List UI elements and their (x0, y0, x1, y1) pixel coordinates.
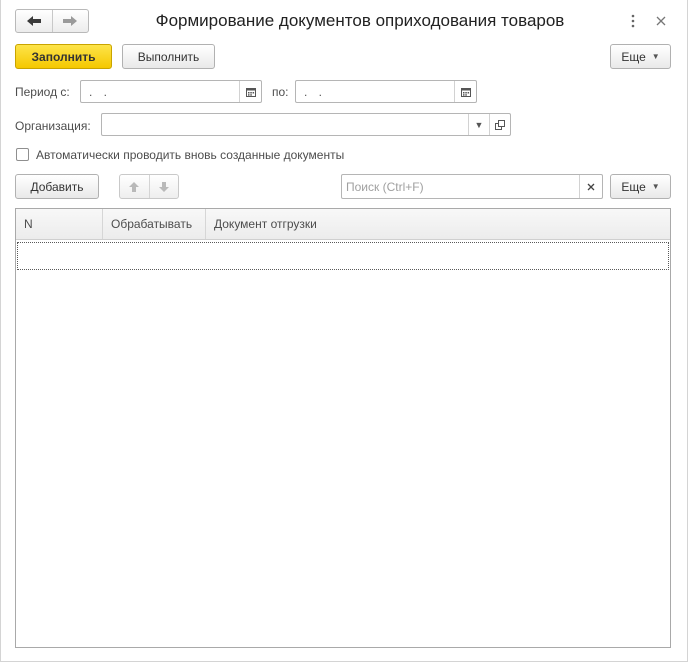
more-actions-button[interactable] (624, 12, 642, 30)
more-menu-label: Еще (621, 49, 646, 64)
calendar-icon (245, 87, 256, 97)
organization-field[interactable]: ▼ (101, 113, 511, 136)
search-clear-button[interactable] (579, 175, 602, 198)
close-button[interactable] (652, 12, 670, 30)
arrow-down-icon (158, 181, 169, 192)
caret-down-icon: ▼ (651, 182, 660, 191)
table-row-empty[interactable] (17, 242, 669, 270)
navigation-group (15, 9, 89, 33)
period-from-label: Период с: (15, 85, 70, 99)
add-button[interactable]: Добавить (15, 174, 99, 199)
column-header-shipment-document[interactable]: Документ отгрузки (206, 209, 670, 239)
back-button[interactable] (16, 10, 52, 32)
caret-down-icon: ▼ (474, 119, 484, 130)
calendar-button[interactable] (455, 81, 476, 102)
form-title: Формирование документов оприходования то… (155, 11, 565, 30)
period-to-label: по: (272, 85, 289, 99)
organization-dropdown-button[interactable]: ▼ (468, 114, 489, 135)
close-icon (656, 16, 666, 26)
arrow-left-icon (26, 16, 41, 26)
table-more-menu-label: Еще (621, 179, 646, 194)
documents-table[interactable]: N Обрабатывать Документ отгрузки (15, 208, 671, 648)
organization-label: Организация: (15, 119, 91, 133)
search-input[interactable]: Поиск (Ctrl+F) (342, 180, 579, 194)
move-buttons (119, 174, 179, 199)
kebab-vertical-icon (631, 14, 635, 28)
period-from-field[interactable]: . . (80, 80, 262, 103)
table-header: N Обрабатывать Документ отгрузки (16, 209, 670, 240)
forward-button[interactable] (51, 10, 89, 32)
close-icon (587, 183, 595, 190)
auto-post-checkbox[interactable] (16, 148, 29, 161)
arrow-right-icon (63, 16, 78, 26)
calendar-icon (460, 87, 471, 97)
column-header-process[interactable]: Обрабатывать (103, 209, 206, 239)
open-window-icon (495, 119, 505, 130)
arrow-up-icon (129, 181, 140, 192)
execute-button[interactable]: Выполнить (122, 44, 215, 69)
caret-down-icon: ▼ (651, 52, 660, 61)
move-up-button[interactable] (120, 175, 149, 198)
table-more-menu-button[interactable]: Еще ▼ (610, 174, 671, 199)
column-header-number[interactable]: N (16, 209, 103, 239)
search-field[interactable]: Поиск (Ctrl+F) (341, 174, 603, 199)
period-to-value: . . (304, 84, 327, 99)
fill-button[interactable]: Заполнить (15, 44, 112, 69)
period-from-value: . . (89, 84, 112, 99)
period-to-field[interactable]: . . (295, 80, 477, 103)
calendar-button[interactable] (240, 81, 261, 102)
move-down-button[interactable] (148, 175, 179, 198)
auto-post-label: Автоматически проводить вновь созданные … (36, 148, 345, 162)
more-menu-button[interactable]: Еще ▼ (610, 44, 671, 69)
organization-open-button[interactable] (489, 114, 510, 135)
